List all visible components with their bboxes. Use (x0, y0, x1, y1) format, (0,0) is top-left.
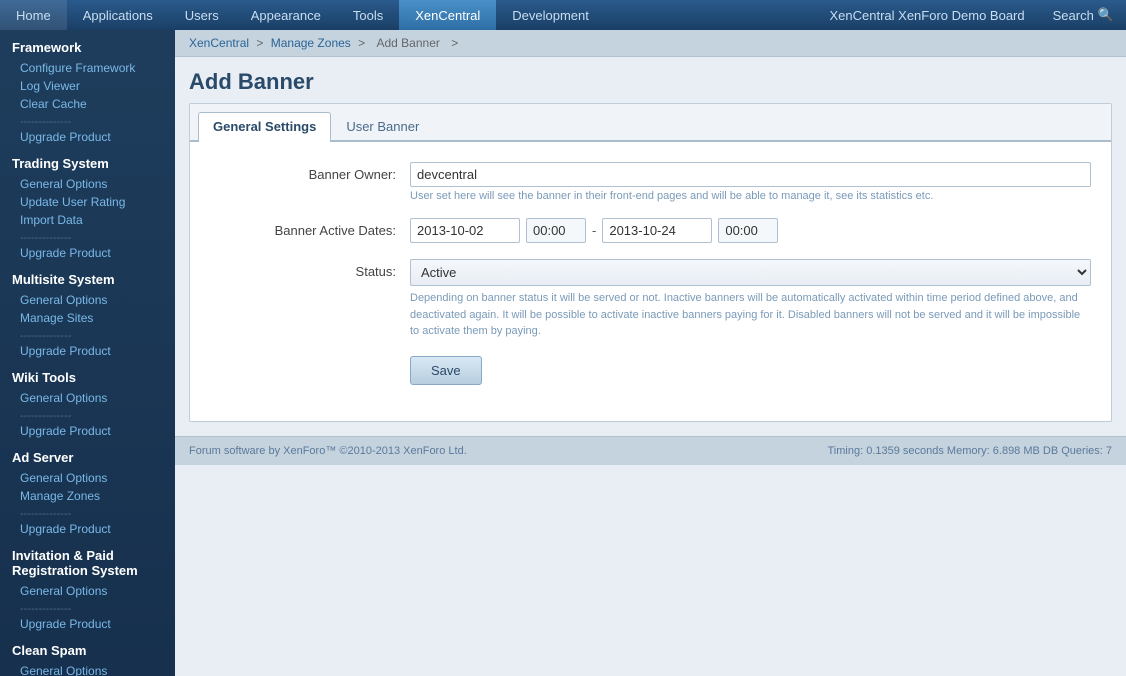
banner-owner-label: Banner Owner: (210, 162, 410, 182)
banner-dates-control: - (410, 218, 1091, 243)
sidebar-sep-2: -------------- (0, 230, 83, 246)
sidebar-item-update-user-rating[interactable]: Update User Rating (0, 193, 175, 211)
banner-owner-row: Banner Owner: User set here will see the… (210, 162, 1091, 202)
status-select[interactable]: Active Inactive Disabled (410, 259, 1091, 286)
search-link[interactable]: Search 🔍 (1041, 7, 1126, 23)
time-start-input[interactable] (526, 218, 586, 243)
breadcrumb: XenCentral > Manage Zones > Add Banner > (175, 30, 1126, 57)
search-icon: 🔍 (1098, 7, 1114, 23)
banner-owner-input[interactable] (410, 162, 1091, 187)
tab-general-settings[interactable]: General Settings (198, 112, 331, 142)
sidebar-section-cleanspam: Clean Spam (0, 633, 175, 662)
banner-dates-row: Banner Active Dates: - (210, 218, 1091, 243)
status-hint: Depending on banner status it will be se… (410, 290, 1091, 340)
content-panel: General Settings User Banner Banner Owne… (189, 103, 1112, 422)
sidebar-item-adserver-options[interactable]: General Options (0, 469, 175, 487)
date-separator: - (592, 223, 596, 238)
nav-xencentral[interactable]: XenCentral (399, 0, 496, 30)
sidebar-item-multisite-options[interactable]: General Options (0, 291, 175, 309)
sidebar-section-invitation: Invitation & Paid Registration System (0, 538, 175, 582)
sidebar: Framework Configure Framework Log Viewer… (0, 30, 175, 676)
date-start-input[interactable] (410, 218, 520, 243)
save-button[interactable]: Save (410, 356, 482, 385)
sidebar-item-upgrade-trading[interactable]: Upgrade Product (0, 244, 175, 262)
tabs-bar: General Settings User Banner (190, 104, 1111, 142)
nav-development[interactable]: Development (496, 0, 605, 30)
page-footer: Forum software by XenForo™ ©2010-2013 Xe… (175, 436, 1126, 465)
sidebar-section-trading: Trading System (0, 146, 175, 175)
top-navigation: Home Applications Users Appearance Tools… (0, 0, 1126, 30)
sidebar-sep-3: -------------- (0, 328, 83, 344)
status-row: Status: Active Inactive Disabled Dependi… (210, 259, 1091, 340)
breadcrumb-manage-zones[interactable]: Manage Zones (271, 36, 351, 50)
sidebar-item-wiki-options[interactable]: General Options (0, 389, 175, 407)
sidebar-section-wiki: Wiki Tools (0, 360, 175, 389)
status-label: Status: (210, 259, 410, 279)
site-name: XenCentral XenForo Demo Board (814, 8, 1041, 23)
sidebar-item-trading-options[interactable]: General Options (0, 175, 175, 193)
sidebar-item-manage-zones[interactable]: Manage Zones (0, 487, 175, 505)
status-control: Active Inactive Disabled Depending on ba… (410, 259, 1091, 340)
banner-owner-control: User set here will see the banner in the… (410, 162, 1091, 202)
sidebar-item-upgrade-adserver[interactable]: Upgrade Product (0, 520, 175, 538)
nav-applications[interactable]: Applications (67, 0, 169, 30)
sidebar-item-clear-cache[interactable]: Clear Cache (0, 95, 175, 113)
time-end-input[interactable] (718, 218, 778, 243)
sidebar-item-upgrade-wiki[interactable]: Upgrade Product (0, 422, 175, 440)
sidebar-section-multisite: Multisite System (0, 262, 175, 291)
sidebar-sep-1: -------------- (0, 114, 83, 130)
sidebar-sep-6: -------------- (0, 601, 83, 617)
sidebar-item-invitation-options[interactable]: General Options (0, 582, 175, 600)
footer-right: Timing: 0.1359 seconds Memory: 6.898 MB … (828, 445, 1113, 457)
tab-user-banner[interactable]: User Banner (331, 112, 434, 140)
sidebar-sep-5: -------------- (0, 506, 83, 522)
sidebar-section-adserver: Ad Server (0, 440, 175, 469)
banner-owner-hint: User set here will see the banner in the… (410, 190, 1091, 202)
nav-users[interactable]: Users (169, 0, 235, 30)
sidebar-item-log-viewer[interactable]: Log Viewer (0, 77, 175, 95)
sidebar-item-import-data[interactable]: Import Data (0, 211, 175, 229)
sidebar-item-upgrade-framework[interactable]: Upgrade Product (0, 128, 175, 146)
nav-tools[interactable]: Tools (337, 0, 399, 30)
save-row: Save (210, 356, 1091, 385)
nav-home[interactable]: Home (0, 0, 67, 30)
footer-left: Forum software by XenForo™ ©2010-2013 Xe… (189, 445, 467, 457)
sidebar-item-configure-framework[interactable]: Configure Framework (0, 59, 175, 77)
sidebar-item-cleanspam-options[interactable]: General Options (0, 662, 175, 676)
date-row: - (410, 218, 1091, 243)
date-end-input[interactable] (602, 218, 712, 243)
sidebar-sep-4: -------------- (0, 408, 83, 424)
breadcrumb-xencentral[interactable]: XenCentral (189, 36, 249, 50)
sidebar-item-upgrade-invitation[interactable]: Upgrade Product (0, 615, 175, 633)
main-content: XenCentral > Manage Zones > Add Banner >… (175, 30, 1126, 676)
form-area: Banner Owner: User set here will see the… (190, 142, 1111, 421)
sidebar-section-framework: Framework (0, 30, 175, 59)
breadcrumb-add-banner: Add Banner (376, 36, 439, 50)
nav-appearance[interactable]: Appearance (235, 0, 337, 30)
sidebar-item-manage-sites[interactable]: Manage Sites (0, 309, 175, 327)
banner-dates-label: Banner Active Dates: (210, 218, 410, 238)
page-title: Add Banner (175, 57, 1126, 103)
sidebar-item-upgrade-multisite[interactable]: Upgrade Product (0, 342, 175, 360)
page-layout: Framework Configure Framework Log Viewer… (0, 30, 1126, 676)
